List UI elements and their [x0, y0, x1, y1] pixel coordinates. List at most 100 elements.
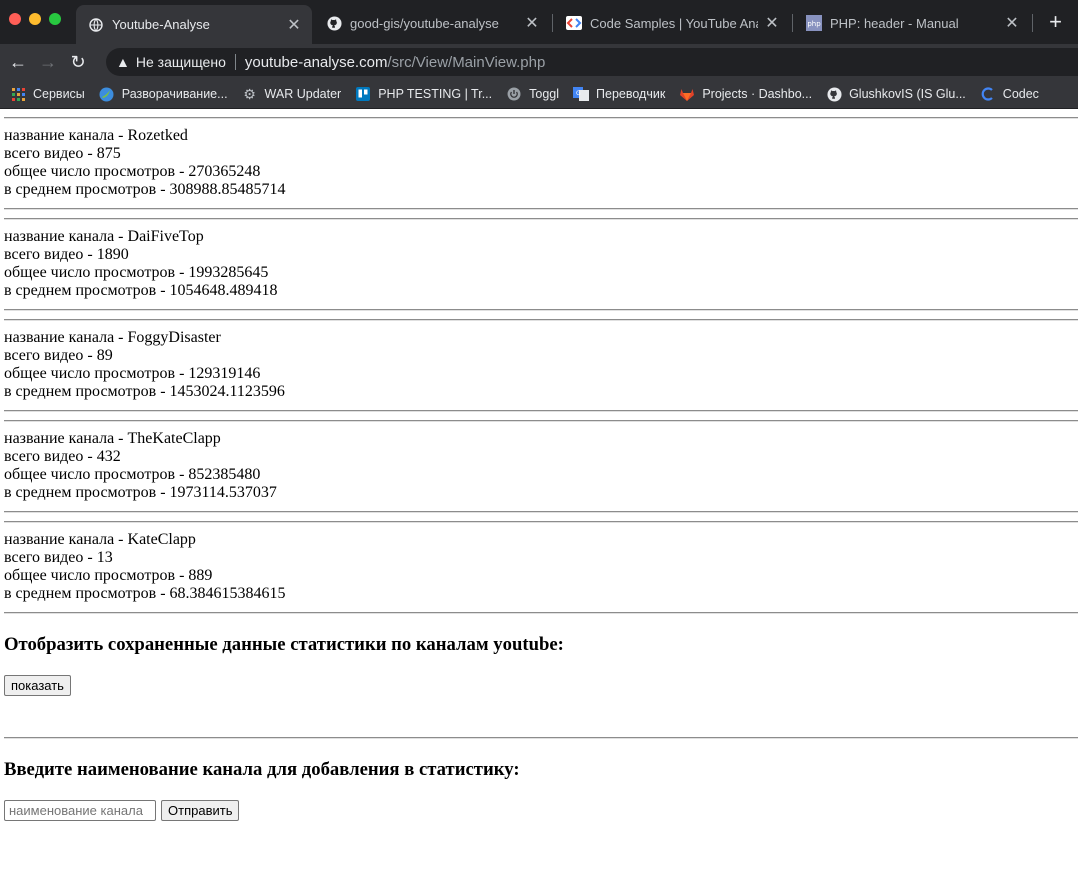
divider	[4, 309, 1078, 311]
bookmark-php-testing[interactable]: PHP TESTING | Tr...	[355, 86, 492, 102]
leaf-icon	[99, 86, 115, 102]
channel-name: название канала - FoggyDisaster	[4, 329, 221, 346]
svg-text:php: php	[807, 20, 821, 28]
trello-icon	[355, 86, 371, 102]
address-bar[interactable]: ▲ Не защищено youtube-analyse.com/src/Vi…	[106, 48, 1078, 76]
divider	[4, 511, 1078, 513]
url-host[interactable]: youtube-analyse.com	[245, 54, 388, 71]
submit-button[interactable]: Отправить	[161, 800, 240, 821]
zoom-window-button[interactable]	[49, 13, 61, 25]
close-icon[interactable]: ✕	[286, 15, 302, 35]
video-count: всего видео - 875	[4, 145, 121, 162]
tab-separator	[552, 14, 553, 32]
github-icon	[326, 15, 342, 31]
channel-block: название канала - TheKateClapp всего вид…	[4, 420, 1078, 513]
browser-toolbar: ← → ↻ ▲ Не защищено youtube-analyse.com /…	[0, 44, 1078, 80]
bookmark-label: PHP TESTING | Tr...	[378, 87, 493, 101]
average-views: в среднем просмотров - 308988.85485714	[4, 181, 286, 198]
add-channel-section: Введите наименование канала для добавлен…	[4, 759, 1078, 821]
close-window-button[interactable]	[9, 13, 21, 25]
page-content: название канала - Rozetked всего видео -…	[0, 117, 1078, 821]
google-dev-icon	[566, 15, 582, 31]
warning-icon[interactable]: ▲	[116, 54, 130, 70]
bookmarks-bar: Сервисы Разворачивание... ⚙ WAR Updater …	[0, 80, 1078, 109]
omnibox-divider	[234, 54, 236, 70]
divider	[4, 737, 1078, 739]
total-views: общее число просмотров - 270365248	[4, 163, 261, 180]
gear-icon: ⚙	[243, 85, 256, 102]
channel-name-input[interactable]	[4, 800, 156, 821]
tab-code-samples[interactable]: Code Samples | YouTube Anal ✕	[554, 6, 790, 40]
globe-icon	[88, 17, 104, 33]
reload-icon[interactable]: ↻	[63, 52, 93, 73]
tab-youtube-analyse[interactable]: Youtube-Analyse ✕	[76, 5, 312, 44]
bookmark-deploy[interactable]: Разворачивание...	[99, 86, 228, 102]
bookmark-gitlab[interactable]: Projects · Dashbo...	[679, 86, 812, 102]
show-button[interactable]: показать	[4, 675, 71, 696]
channel-stats: название канала - DaiFiveTop всего видео…	[4, 220, 1078, 309]
channel-stats: название канала - TheKateClapp всего вид…	[4, 422, 1078, 511]
bookmark-toggl[interactable]: Toggl	[506, 86, 559, 102]
url-path[interactable]: /src/View/MainView.php	[387, 54, 545, 71]
tab-separator	[1032, 14, 1033, 32]
channel-name: название канала - DaiFiveTop	[4, 228, 204, 245]
tab-title: good-gis/youtube-analyse	[350, 15, 499, 31]
bookmark-label: GlushkovIS (IS Glu...	[849, 87, 966, 101]
minimize-window-button[interactable]	[29, 13, 41, 25]
forward-arrow-icon[interactable]: →	[33, 52, 63, 73]
channel-name: название канала - KateClapp	[4, 531, 196, 548]
bookmark-codecov[interactable]: Codec	[980, 86, 1039, 102]
total-views: общее число просмотров - 129319146	[4, 365, 261, 382]
show-stats-section: Отобразить сохраненные данные статистики…	[4, 634, 1078, 696]
channel-block: название канала - FoggyDisaster всего ви…	[4, 319, 1078, 412]
channel-stats: название канала - FoggyDisaster всего ви…	[4, 321, 1078, 410]
bookmark-label: WAR Updater	[264, 87, 342, 101]
back-arrow-icon[interactable]: ←	[3, 52, 33, 73]
tab-title: PHP: header - Manual	[830, 15, 959, 31]
tab-title: Youtube-Analyse	[112, 17, 210, 32]
channel-block: название канала - DaiFiveTop всего видео…	[4, 218, 1078, 311]
bookmark-translate[interactable]: G Переводчик	[573, 86, 665, 102]
divider	[4, 612, 1078, 614]
tab-title: Code Samples | YouTube Anal	[590, 15, 758, 31]
channel-block: название канала - KateClapp всего видео …	[4, 521, 1078, 614]
insecure-label[interactable]: Не защищено	[136, 54, 226, 70]
channel-name: название канала - Rozetked	[4, 127, 188, 144]
average-views: в среднем просмотров - 1453024.1123596	[4, 383, 285, 400]
total-views: общее число просмотров - 852385480	[4, 466, 261, 483]
bookmark-label: Переводчик	[596, 87, 666, 101]
translate-icon: G	[573, 86, 590, 102]
bookmark-label: Codec	[1002, 87, 1039, 101]
bookmark-label: Сервисы	[33, 87, 85, 101]
divider	[4, 410, 1078, 412]
bookmark-github-profile[interactable]: GlushkovIS (IS Glu...	[826, 86, 966, 102]
channel-stats: название канала - KateClapp всего видео …	[4, 523, 1078, 612]
tab-php-manual[interactable]: php PHP: header - Manual ✕	[794, 6, 1030, 40]
tab-separator	[792, 14, 793, 32]
tab-github-repo[interactable]: good-gis/youtube-analyse ✕	[314, 6, 550, 40]
total-views: общее число просмотров - 1993285645	[4, 264, 269, 281]
video-count: всего видео - 89	[4, 347, 113, 364]
total-views: общее число просмотров - 889	[4, 567, 213, 584]
php-icon: php	[806, 15, 822, 31]
close-icon[interactable]: ✕	[1004, 13, 1020, 33]
video-count: всего видео - 432	[4, 448, 121, 465]
average-views: в среднем просмотров - 1973114.537037	[4, 484, 277, 501]
add-channel-form: Отправить	[4, 800, 1078, 821]
bookmark-label: Toggl	[529, 87, 560, 101]
divider	[4, 208, 1078, 210]
add-channel-heading: Введите наименование канала для добавлен…	[4, 759, 520, 780]
bookmark-label: Projects · Dashbo...	[702, 87, 813, 101]
window-controls	[9, 13, 61, 25]
show-stats-heading: Отобразить сохраненные данные статистики…	[4, 634, 564, 655]
close-icon[interactable]: ✕	[764, 13, 780, 33]
codecov-icon	[980, 86, 996, 102]
gitlab-icon	[679, 86, 695, 102]
video-count: всего видео - 1890	[4, 246, 129, 263]
bookmark-label: Разворачивание...	[121, 87, 228, 101]
close-icon[interactable]: ✕	[524, 13, 540, 33]
channel-name: название канала - TheKateClapp	[4, 430, 221, 447]
bookmark-war-updater[interactable]: ⚙ WAR Updater	[242, 85, 342, 102]
new-tab-button[interactable]: +	[1049, 9, 1062, 35]
bookmark-services[interactable]: Сервисы	[10, 86, 85, 102]
